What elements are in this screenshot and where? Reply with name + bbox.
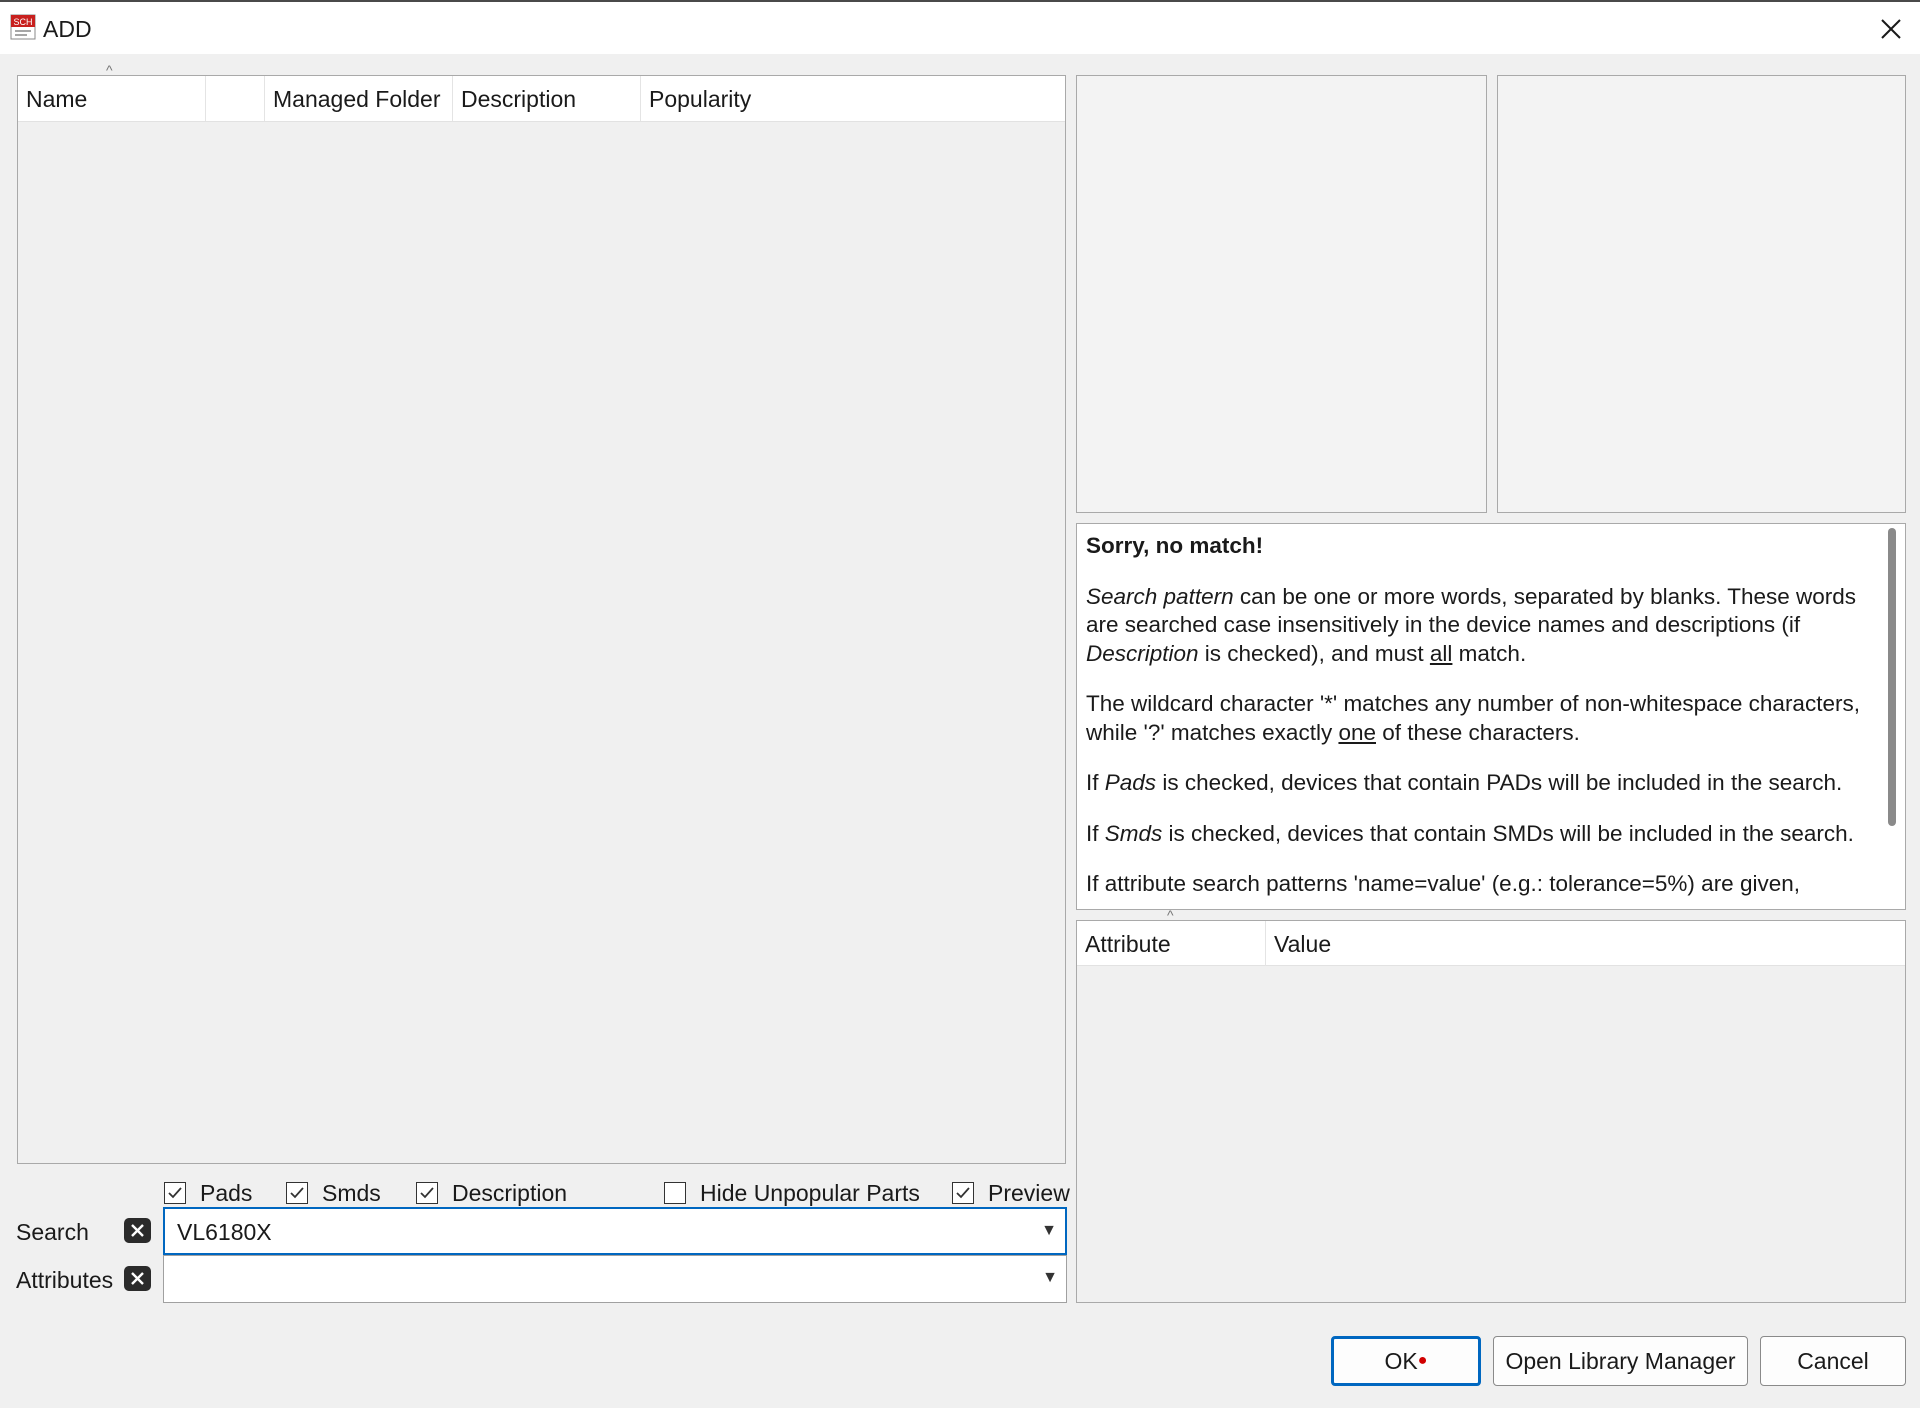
info-scrollbar[interactable] (1888, 528, 1896, 826)
column-header-blank[interactable] (206, 76, 265, 121)
checkbox-check-icon (286, 1182, 308, 1204)
dropdown-arrow-icon[interactable]: ▼ (1042, 1269, 1058, 1287)
info-text-span: match. (1452, 640, 1527, 666)
column-header-managed-folder[interactable]: Managed Folder (265, 76, 453, 121)
smds-checkbox-label: Smds (322, 1179, 381, 1206)
symbol-preview (1076, 75, 1487, 513)
cancel-button-label: Cancel (1797, 1347, 1869, 1374)
checkbox-check-icon (164, 1182, 186, 1204)
search-input[interactable]: VL6180X (177, 1219, 272, 1246)
attribute-table[interactable]: ^ Attribute Value (1076, 907, 1906, 1303)
info-heading: Sorry, no match! (1086, 533, 1264, 558)
checkbox-empty-icon (664, 1182, 686, 1204)
window-title: ADD (43, 16, 92, 42)
column-header-name[interactable]: ^ Name (18, 62, 206, 121)
preview-checkbox-label: Preview (988, 1179, 1070, 1206)
info-paragraph-pads: If Pads is checked, devices that contain… (1086, 769, 1866, 798)
info-term-pads: Pads (1104, 770, 1157, 795)
pads-checkbox[interactable]: Pads (164, 1178, 252, 1208)
sort-ascending-icon: ^ (106, 62, 113, 78)
status-dot-icon: ● (1417, 1352, 1428, 1369)
info-paragraph-search-pattern: Search pattern can be one or more words,… (1086, 583, 1866, 669)
smds-checkbox[interactable]: Smds (286, 1178, 381, 1208)
ok-button-label: OK (1384, 1347, 1418, 1374)
device-list[interactable]: ^ Name Managed Folder Description Popula… (17, 62, 1066, 1164)
info-paragraph-wildcard: The wildcard character '*' matches any n… (1086, 690, 1866, 747)
package-preview (1497, 75, 1906, 513)
clear-icon (131, 1272, 144, 1285)
sch-icon-label: SCH (13, 17, 32, 27)
column-header-name-label: Name (26, 86, 88, 112)
checkbox-check-icon (416, 1182, 438, 1204)
device-list-header: ^ Name Managed Folder Description Popula… (18, 62, 1065, 122)
column-header-description[interactable]: Description (453, 76, 641, 121)
info-term-smds: Smds (1104, 820, 1163, 846)
info-text-span: is checked, devices that contain SMDs wi… (1162, 820, 1854, 846)
clear-icon (131, 1224, 144, 1237)
info-paragraph-attributes: If attribute search patterns 'name=value… (1086, 871, 1800, 896)
column-header-popularity-label: Popularity (649, 86, 752, 112)
column-header-popularity[interactable]: Popularity (641, 76, 1065, 121)
hide-unpopular-parts-label: Hide Unpopular Parts (700, 1179, 920, 1206)
column-header-description-label: Description (461, 86, 577, 112)
search-combo[interactable]: VL6180X ▼ (163, 1207, 1067, 1255)
column-header-managed-folder-label: Managed Folder (273, 86, 441, 112)
column-header-value[interactable]: Value (1266, 921, 1905, 966)
description-checkbox-label: Description (452, 1179, 568, 1206)
column-header-attribute[interactable]: ^ Attribute (1077, 907, 1266, 966)
column-header-value-label: Value (1274, 931, 1332, 957)
close-button[interactable] (1870, 8, 1912, 50)
cancel-button[interactable]: Cancel (1760, 1336, 1906, 1386)
info-paragraph-smds: If Smds is checked, devices that contain… (1086, 820, 1866, 849)
info-term-description: Description (1086, 640, 1199, 666)
hide-unpopular-parts-checkbox[interactable]: Hide Unpopular Parts (664, 1178, 920, 1208)
open-library-manager-button[interactable]: Open Library Manager (1493, 1336, 1748, 1386)
info-text-span: is checked, devices that contain PADs wi… (1156, 770, 1843, 795)
info-underlined-all: all (1429, 640, 1453, 666)
dropdown-arrow-icon[interactable]: ▼ (1041, 1222, 1057, 1240)
open-library-manager-label: Open Library Manager (1505, 1347, 1736, 1374)
info-text-span: is checked), and must (1198, 640, 1430, 666)
info-text-span: If (1086, 770, 1105, 795)
clear-attributes-button[interactable] (124, 1266, 151, 1291)
description-checkbox[interactable]: Description (416, 1178, 567, 1208)
preview-checkbox[interactable]: Preview (952, 1178, 1070, 1208)
clear-search-button[interactable] (124, 1218, 151, 1243)
info-underlined-one: one (1338, 719, 1376, 745)
info-text-span: of these characters. (1376, 719, 1580, 745)
search-label: Search (16, 1219, 89, 1245)
checkbox-check-icon (952, 1182, 974, 1204)
close-icon (1881, 19, 1901, 39)
attribute-table-header: ^ Attribute Value (1077, 907, 1905, 966)
column-header-attribute-label: Attribute (1085, 931, 1171, 957)
pads-checkbox-label: Pads (200, 1179, 253, 1206)
info-term-search-pattern: Search pattern (1086, 583, 1234, 609)
info-text-span: If (1086, 820, 1105, 846)
info-pane[interactable]: Sorry, no match! Search pattern can be o… (1076, 523, 1906, 910)
attributes-combo[interactable]: ▼ (163, 1255, 1067, 1303)
attributes-label: Attributes (16, 1267, 114, 1293)
sort-ascending-icon: ^ (1167, 907, 1174, 923)
sch-icon: SCH (10, 14, 36, 40)
info-text: Sorry, no match! Search pattern can be o… (1086, 532, 1866, 909)
ok-button[interactable]: OK ● (1331, 1336, 1481, 1386)
title-bar: SCH ADD (0, 0, 1920, 54)
